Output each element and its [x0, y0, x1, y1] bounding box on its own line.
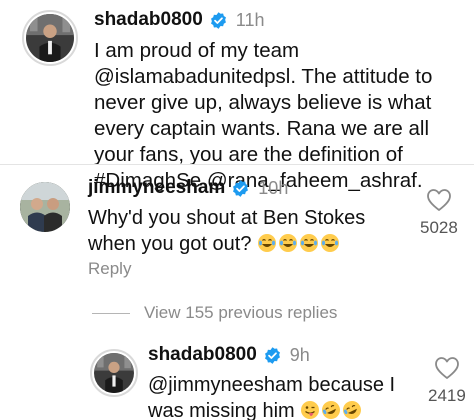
view-replies-label[interactable]: View 155 previous replies: [144, 303, 337, 323]
comment-username[interactable]: jimmyneesham: [88, 177, 225, 199]
reply-header: shadab0800 9h: [148, 344, 310, 366]
comment-header: jimmyneesham 10h: [88, 177, 288, 199]
reply-like-count: 2419: [428, 386, 466, 405]
comment-text: Why'd you shout at Ben Stokes when you g…: [88, 205, 388, 257]
reply-username[interactable]: shadab0800: [148, 344, 257, 366]
laughing-emoji: [279, 234, 298, 252]
rofl-emoji: [322, 401, 341, 419]
commenter-avatar-photo: [20, 182, 70, 232]
winking-tongue-emoji: [301, 401, 320, 419]
view-previous-replies[interactable]: View 155 previous replies: [92, 303, 337, 323]
post-header: shadab0800 11h: [94, 9, 265, 31]
reply-emojis: [300, 400, 363, 420]
post-username[interactable]: shadab0800: [94, 9, 203, 31]
laughing-emoji: [300, 234, 319, 252]
heart-outline-icon[interactable]: [434, 356, 460, 380]
reply-mention[interactable]: @jimmyneesham: [148, 374, 303, 396]
reply-button[interactable]: Reply: [88, 259, 131, 279]
comment-like-count: 5028: [420, 218, 458, 237]
caption-text: I am proud of my team: [94, 39, 300, 62]
avatar[interactable]: [22, 10, 78, 66]
reply-like[interactable]: 2419: [428, 356, 466, 406]
comment-like[interactable]: 5028: [420, 188, 458, 238]
laughing-emoji: [321, 234, 340, 252]
avatar-photo: [26, 14, 74, 62]
rofl-emoji: [343, 401, 362, 419]
reply-text: @jimmyneesham because I was missing him: [148, 372, 398, 420]
reply-time: 9h: [289, 344, 310, 365]
verified-badge-icon: [233, 179, 249, 197]
commenter-avatar[interactable]: [20, 182, 70, 232]
verified-badge-icon: [210, 11, 226, 29]
reply-avatar[interactable]: [90, 349, 138, 397]
heart-outline-icon[interactable]: [426, 188, 452, 212]
verified-badge-icon: [264, 346, 280, 364]
laughing-emoji: [258, 234, 277, 252]
comment-emojis: [257, 233, 341, 255]
thread-line: [92, 312, 130, 314]
reply-avatar-photo: [94, 353, 134, 393]
post-caption: I am proud of my team @islamabadunitedps…: [94, 38, 454, 194]
caption-mention-team[interactable]: @islamabadunitedpsl: [94, 65, 290, 88]
post-time: 11h: [235, 9, 265, 30]
divider: [0, 164, 474, 165]
comment-time: 10h: [258, 177, 289, 198]
